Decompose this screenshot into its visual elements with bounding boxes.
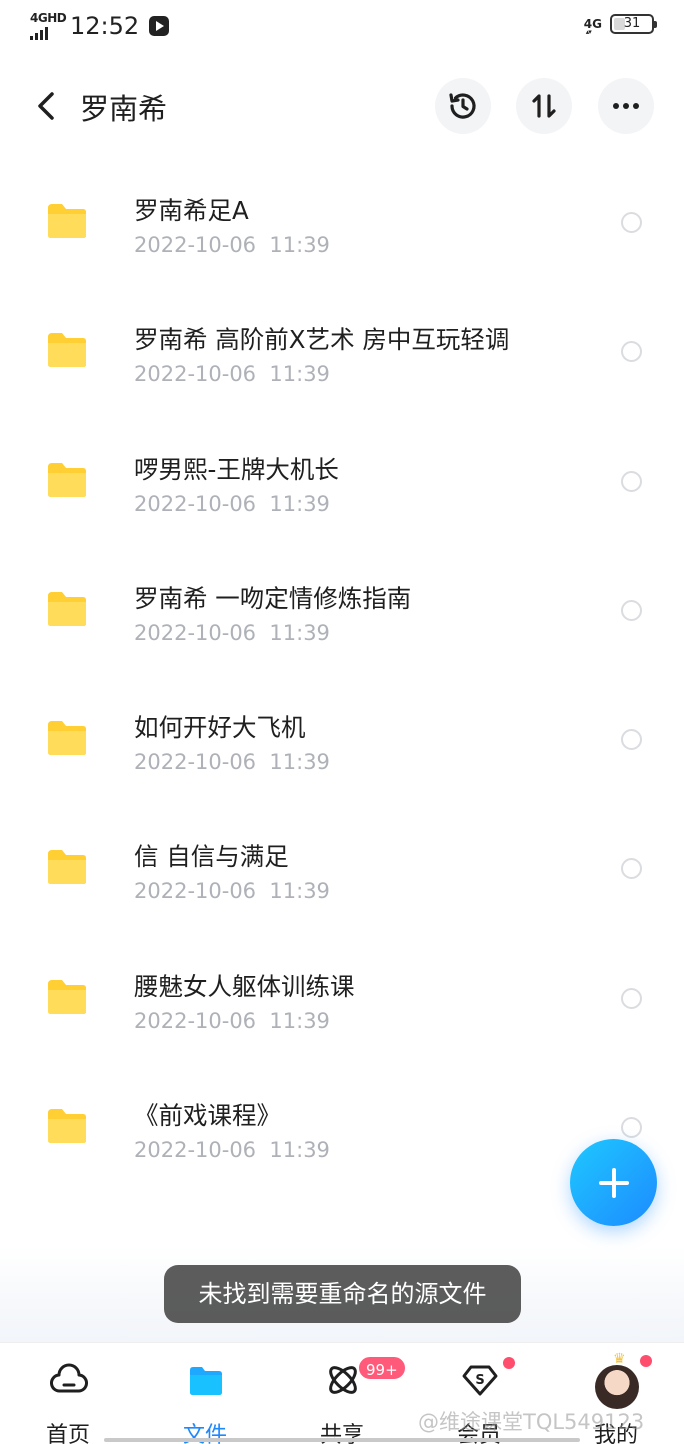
file-name: 罗南希足A <box>134 196 249 225</box>
file-name: 罗南希 一吻定情修炼指南 <box>134 583 412 613</box>
list-item[interactable]: 如何开好大飞机 2022-10-06 11:39 <box>0 681 684 810</box>
select-checkbox[interactable] <box>621 987 642 1009</box>
file-date: 2022-10-06 11:39 <box>134 1008 330 1033</box>
select-checkbox[interactable] <box>621 341 642 363</box>
add-button[interactable] <box>570 1139 657 1226</box>
select-checkbox[interactable] <box>621 858 642 880</box>
history-button[interactable] <box>435 78 491 134</box>
toast-message: 未找到需要重命名的源文件 <box>164 1265 521 1323</box>
chevron-left-icon <box>38 92 54 120</box>
file-date: 2022-10-06 11:39 <box>134 750 330 775</box>
file-date: 2022-10-06 11:39 <box>134 233 330 257</box>
status-left: 4GHD 12:52 <box>30 10 170 42</box>
crown-icon: ♛ <box>613 1351 626 1367</box>
folder-tab-icon <box>190 1367 222 1395</box>
folder-icon <box>48 850 86 885</box>
sort-button[interactable] <box>516 78 572 134</box>
nav-files[interactable]: 文件 <box>150 1343 260 1444</box>
file-name: 罗南希 高阶前X艺术 房中互玩轻调 <box>134 325 510 355</box>
history-icon <box>449 93 476 119</box>
list-item[interactable]: 罗南希 一吻定情修炼指南 2022-10-06 11:39 <box>0 552 684 681</box>
select-checkbox[interactable] <box>621 470 642 492</box>
watermark: @维途课堂TQL549123 <box>418 1410 645 1434</box>
me-notification-dot <box>640 1355 652 1367</box>
select-checkbox[interactable] <box>621 729 642 751</box>
battery-level: 31 <box>623 16 641 31</box>
file-name: 信 自信与满足 <box>134 842 289 872</box>
folder-icon <box>48 333 86 368</box>
list-item[interactable]: 腰魅女人躯体训练课 2022-10-06 11:39 <box>0 940 684 1069</box>
file-name: 《前戏课程》 <box>134 1101 281 1131</box>
sort-icon <box>532 94 556 118</box>
file-date: 2022-10-06 11:39 <box>134 362 330 387</box>
select-checkbox[interactable] <box>621 599 642 621</box>
status-time: 12:52 <box>70 12 140 40</box>
list-item[interactable]: 啰男熙-王牌大机长 2022-10-06 11:39 <box>0 423 684 552</box>
svg-text:S: S <box>475 1373 484 1388</box>
network-4g-label: 4G <box>584 17 602 36</box>
folder-icon <box>48 204 86 238</box>
cellular-signal-icon: 4GHD <box>30 10 67 42</box>
select-checkbox[interactable] <box>621 1117 642 1139</box>
file-date: 2022-10-06 11:39 <box>134 879 330 904</box>
file-list: 罗南希足A 2022-10-06 11:39 罗南希 高阶前X艺术 房中互玩轻调 20… <box>0 164 684 1198</box>
back-button[interactable] <box>30 86 66 126</box>
more-icon <box>613 103 639 109</box>
folder-icon <box>48 979 86 1014</box>
file-date: 2022-10-06 11:39 <box>134 1138 330 1163</box>
nav-share[interactable]: 99+ 共享 <box>287 1343 407 1444</box>
battery-icon: 31 <box>610 14 657 34</box>
file-date: 2022-10-06 11:39 <box>134 491 330 516</box>
folder-icon <box>48 721 86 756</box>
file-name: 啰男熙-王牌大机长 <box>134 454 339 484</box>
status-bar: 4GHD 12:52 4G 31 <box>0 0 684 56</box>
share-badge: 99+ <box>357 1355 407 1381</box>
nav-home[interactable]: 首页 <box>13 1343 123 1444</box>
more-button[interactable] <box>598 78 654 134</box>
page-title: 罗南希 <box>80 92 168 126</box>
cloud-home-icon <box>50 1363 88 1393</box>
list-item[interactable]: 罗南希 高阶前X艺术 房中互玩轻调 2022-10-06 11:39 <box>0 293 684 422</box>
folder-icon <box>48 462 86 497</box>
media-play-icon <box>149 16 170 36</box>
avatar <box>595 1365 639 1409</box>
folder-icon <box>48 1109 86 1144</box>
header: 罗南希 <box>0 72 684 140</box>
status-right: 4G 31 <box>584 14 657 36</box>
list-item[interactable]: 信 自信与满足 2022-10-06 11:39 <box>0 810 684 939</box>
file-name: 腰魅女人躯体训练课 <box>134 971 355 1001</box>
diamond-vip-icon: S <box>462 1365 498 1396</box>
network-type-label: 4GHD <box>30 11 67 25</box>
file-name: 如何开好大飞机 <box>134 713 306 743</box>
select-checkbox[interactable] <box>621 212 642 233</box>
file-date: 2022-10-06 11:39 <box>134 620 330 645</box>
home-indicator <box>104 1438 580 1442</box>
list-item[interactable]: 罗南希足A 2022-10-06 11:39 <box>0 164 684 293</box>
folder-icon <box>48 591 86 626</box>
plus-icon <box>598 1167 629 1198</box>
vip-notification-dot <box>503 1357 515 1369</box>
